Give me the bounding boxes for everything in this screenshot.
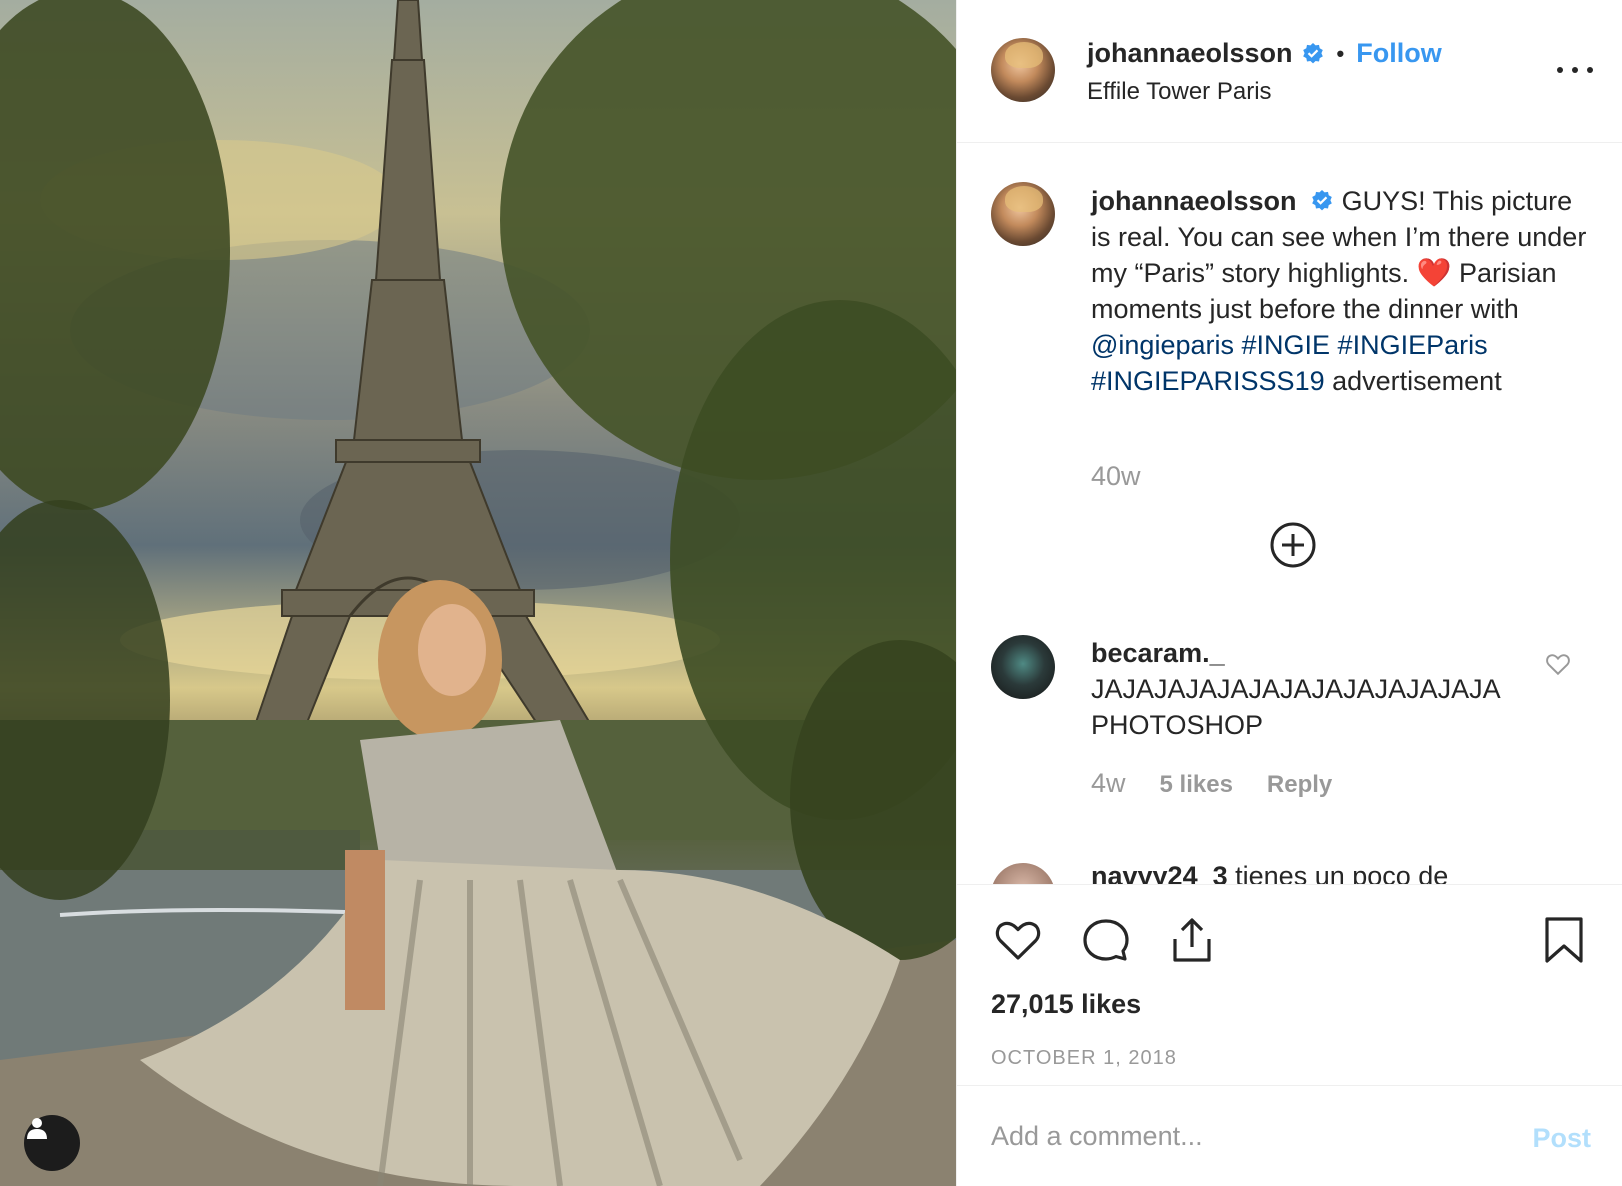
post-date[interactable]: OCTOBER 1, 2018 bbox=[991, 1047, 1177, 1070]
author-avatar[interactable] bbox=[991, 38, 1055, 102]
follow-button[interactable]: Follow bbox=[1356, 38, 1441, 69]
commenter-avatar[interactable] bbox=[991, 635, 1055, 699]
plus-circle-icon[interactable] bbox=[1269, 521, 1317, 569]
comment-input[interactable] bbox=[991, 1111, 1491, 1161]
post-header: johannaeolsson • Follow Effile Tower Par… bbox=[957, 0, 1622, 143]
comments-list[interactable]: johannaeolsson GUYS! This picture is rea… bbox=[957, 143, 1622, 885]
comment: navyy24_3 tienes un poco de bbox=[1091, 861, 1449, 885]
heart-outline-icon[interactable] bbox=[1545, 651, 1571, 677]
post-location[interactable]: Effile Tower Paris bbox=[1087, 78, 1272, 106]
caption-timestamp[interactable]: 40w bbox=[1091, 461, 1141, 492]
comment-meta: 4w 5 likes Reply bbox=[1091, 768, 1332, 799]
comment-body: tienes un poco de bbox=[1235, 861, 1449, 885]
verified-badge-icon bbox=[1312, 189, 1332, 211]
author-username[interactable]: johannaeolsson bbox=[1087, 38, 1293, 69]
share-icon[interactable] bbox=[1167, 915, 1217, 965]
hashtag-link[interactable]: #INGIEPARISSS19 bbox=[1091, 366, 1325, 396]
bookmark-icon[interactable] bbox=[1539, 915, 1589, 965]
more-options-icon bbox=[1557, 67, 1563, 73]
post-comment-button[interactable]: Post bbox=[1532, 1123, 1591, 1154]
post-details-panel: johannaeolsson • Follow Effile Tower Par… bbox=[956, 0, 1622, 1186]
comment-timestamp[interactable]: 4w bbox=[1091, 768, 1126, 799]
user-icon bbox=[27, 1118, 47, 1139]
mention-link[interactable]: @ingieparis bbox=[1091, 330, 1234, 360]
reply-button[interactable]: Reply bbox=[1267, 771, 1332, 799]
comment: becaram._ JAJAJAJAJAJAJAJAJAJAJAJAJA PHO… bbox=[1091, 635, 1521, 743]
post-photo[interactable] bbox=[0, 0, 956, 1186]
hashtag-link[interactable]: #INGIE bbox=[1242, 330, 1331, 360]
hashtag-link[interactable]: #INGIEParis bbox=[1338, 330, 1488, 360]
commenter-username[interactable]: navyy24_3 bbox=[1091, 861, 1228, 884]
post-actions: 27,015 likes OCTOBER 1, 2018 bbox=[957, 885, 1622, 1085]
author-row: johannaeolsson • Follow bbox=[1087, 38, 1442, 69]
verified-badge-icon bbox=[1302, 42, 1323, 63]
commenter-avatar[interactable] bbox=[991, 863, 1055, 884]
post-caption: johannaeolsson GUYS! This picture is rea… bbox=[1091, 183, 1591, 399]
comment-likes[interactable]: 5 likes bbox=[1160, 771, 1233, 799]
red-heart-emoji: ❤️ bbox=[1416, 257, 1452, 288]
separator-dot: • bbox=[1336, 40, 1345, 66]
caption-username[interactable]: johannaeolsson bbox=[1091, 186, 1297, 216]
caption-author-avatar[interactable] bbox=[991, 182, 1055, 246]
photo-illustration bbox=[0, 0, 956, 1186]
likes-count[interactable]: 27,015 likes bbox=[991, 989, 1141, 1020]
comment-body: JAJAJAJAJAJAJAJAJAJAJAJAJA PHOTOSHOP bbox=[1091, 674, 1500, 740]
speech-bubble-icon[interactable] bbox=[1081, 915, 1131, 965]
tagged-users-button[interactable] bbox=[24, 1115, 80, 1171]
comment-composer: Post bbox=[957, 1085, 1622, 1186]
caption-text-part: advertisement bbox=[1324, 366, 1502, 396]
more-options-button[interactable] bbox=[1557, 58, 1593, 82]
commenter-username[interactable]: becaram._ bbox=[1091, 638, 1225, 668]
heart-icon[interactable] bbox=[993, 915, 1043, 965]
